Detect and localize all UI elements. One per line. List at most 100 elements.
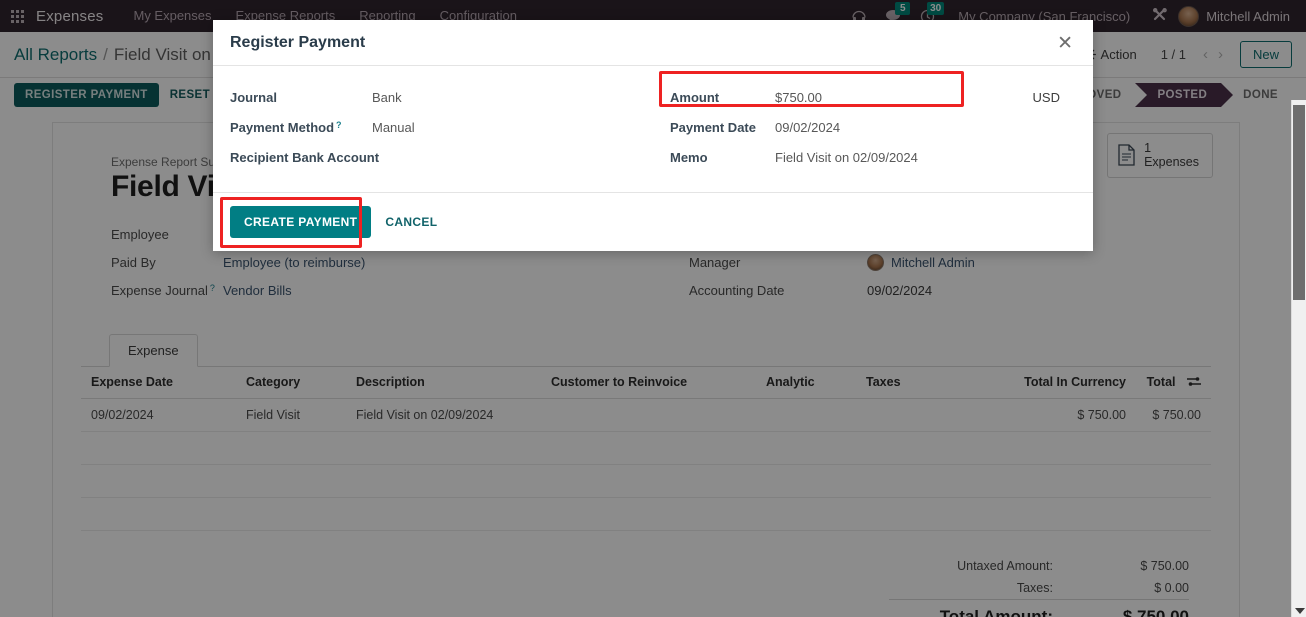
dialog-amount-currency[interactable]: USD [1033, 90, 1060, 105]
chevron-left-icon[interactable]: ‹ [1198, 46, 1213, 63]
user-avatar[interactable] [1178, 5, 1200, 27]
dialog-field-journal: Journal Bank [230, 82, 670, 112]
scrollbar-thumb[interactable] [1293, 105, 1305, 300]
cell-expense-date: 09/02/2024 [81, 398, 236, 432]
breadcrumb-current: Field Visit on [113, 44, 211, 64]
scroll-down-arrow-icon[interactable] [1295, 608, 1305, 614]
tab-expense[interactable]: Expense [109, 334, 198, 367]
help-icon[interactable]: ? [336, 120, 342, 130]
total-taxes-label: Taxes: [1016, 580, 1053, 595]
dialog-payment-method-label-text: Payment Method [230, 119, 335, 135]
dialog-body: Journal Bank Payment Method ? Manual Rec… [213, 66, 1093, 192]
wrench-icon[interactable] [1144, 0, 1178, 32]
messages-count-badge: 5 [895, 2, 911, 15]
breadcrumb-root[interactable]: All Reports [14, 45, 97, 65]
total-taxes-row: Taxes: $ 0.00 [889, 577, 1189, 600]
breadcrumb: All Reports / Field Visit on [14, 45, 211, 65]
field-employee-label: Employee [111, 226, 169, 242]
table-header-row: Expense Date Category Description Custom… [81, 367, 1211, 399]
cell-customer-to-reinvoice [541, 398, 756, 432]
help-icon[interactable]: ? [210, 283, 215, 293]
col-total-in-currency[interactable]: Total In Currency [971, 367, 1136, 399]
col-analytic[interactable]: Analytic [756, 367, 856, 399]
field-manager-label: Manager [689, 254, 741, 270]
register-payment-button[interactable]: REGISTER PAYMENT [14, 83, 159, 107]
dialog-payment-date-label: Payment Date [670, 119, 756, 135]
activities-count-badge: 30 [927, 2, 945, 15]
record-pager[interactable]: 1 / 1 [1149, 47, 1198, 62]
field-manager: Manager Mitchell Admin [689, 248, 1211, 276]
breadcrumb-separator: / [103, 44, 108, 64]
control-panel-right: Action 1 / 1 ‹ › New [1071, 41, 1292, 68]
table-row-empty[interactable] [81, 431, 1211, 465]
dialog-field-payment-date: Payment Date 09/02/2024 [670, 112, 1075, 142]
expenses-stat-button[interactable]: 1 Expenses [1107, 133, 1213, 178]
field-paid-by-label: Paid By [111, 254, 156, 270]
notebook: Expense Expense Date Category Descriptio… [81, 334, 1211, 617]
total-amount-row: Total Amount: $ 750.00 [889, 598, 1189, 617]
dialog-memo-value[interactable]: Field Visit on 02/09/2024 [775, 150, 918, 165]
field-expense-journal-value[interactable]: Vendor Bills [223, 283, 292, 298]
field-manager-value[interactable]: Mitchell Admin [867, 253, 975, 271]
field-accounting-date: Accounting Date 09/02/2024 [689, 276, 1211, 304]
field-expense-journal: Expense Journal ? Vendor Bills [111, 276, 689, 304]
field-paid-by-value[interactable]: Employee (to reimburse) [223, 255, 365, 270]
total-untaxed-label: Untaxed Amount: [957, 558, 1053, 573]
create-payment-button[interactable]: CREATE PAYMENT [230, 206, 372, 238]
expense-lines-table: Expense Date Category Description Custom… [81, 367, 1211, 531]
status-stage-posted[interactable]: POSTED [1135, 83, 1233, 107]
total-untaxed-row: Untaxed Amount: $ 750.00 [889, 555, 1189, 577]
total-taxes-value: $ 0.00 [1154, 580, 1189, 595]
col-category[interactable]: Category [236, 367, 346, 399]
dialog-journal-value[interactable]: Bank [372, 90, 402, 105]
user-menu-name[interactable]: Mitchell Admin [1206, 9, 1296, 24]
close-icon[interactable]: ✕ [1055, 34, 1075, 53]
vertical-scrollbar[interactable] [1291, 100, 1306, 617]
table-row[interactable]: 09/02/2024 Field Visit Field Visit on 02… [81, 398, 1211, 432]
document-icon [1118, 144, 1135, 167]
dialog-amount-value[interactable]: $750.00 [775, 90, 822, 105]
col-description[interactable]: Description [346, 367, 541, 399]
expenses-stat-value: 1 [1144, 141, 1152, 155]
col-taxes[interactable]: Taxes [856, 367, 971, 399]
nav-item-my-expenses[interactable]: My Expenses [121, 0, 223, 32]
table-body: 09/02/2024 Field Visit Field Visit on 02… [81, 398, 1211, 531]
stat-buttons: 1 Expenses [1107, 133, 1213, 178]
col-customer-to-reinvoice[interactable]: Customer to Reinvoice [541, 367, 756, 399]
dialog-payment-method-value[interactable]: Manual [372, 120, 415, 135]
cell-total-in-currency: $ 750.00 [971, 398, 1136, 432]
dialog-journal-label: Journal [230, 89, 277, 105]
cancel-button[interactable]: CANCEL [371, 206, 451, 238]
col-expense-date[interactable]: Expense Date [81, 367, 236, 399]
field-paid-by: Paid By Employee (to reimburse) [111, 248, 689, 276]
field-expense-journal-label-text: Expense Journal [111, 282, 208, 298]
dialog-footer: CREATE PAYMENT CANCEL [213, 192, 1093, 251]
cell-total: $ 750.00 [1136, 398, 1211, 432]
dialog-left-column: Journal Bank Payment Method ? Manual Rec… [230, 82, 670, 172]
dialog-amount-label: Amount [670, 89, 720, 105]
chevron-right-icon[interactable]: › [1213, 46, 1228, 63]
app-brand-name[interactable]: Expenses [36, 8, 103, 25]
new-button[interactable]: New [1239, 41, 1292, 68]
totals-block: Untaxed Amount: $ 750.00 Taxes: $ 0.00 T… [81, 555, 1211, 617]
dialog-field-memo: Memo Field Visit on 02/09/2024 [670, 142, 1075, 172]
field-manager-text: Mitchell Admin [891, 254, 975, 270]
table-row-empty[interactable] [81, 497, 1211, 531]
dialog-field-recipient-bank-account: Recipient Bank Account [230, 142, 670, 172]
cell-taxes [856, 398, 971, 432]
total-untaxed-value: $ 750.00 [1140, 558, 1189, 573]
col-total[interactable]: Total [1136, 367, 1211, 399]
dialog-amount-line: $750.00 USD [775, 90, 1060, 105]
dialog-columns: Journal Bank Payment Method ? Manual Rec… [230, 71, 1075, 172]
amount-field-highlight-wrapper: Amount $750.00 USD [659, 71, 1075, 112]
dialog-recipient-bank-label: Recipient Bank Account [230, 149, 380, 165]
table-row-empty[interactable] [81, 464, 1211, 498]
column-options-icon[interactable] [1187, 376, 1201, 390]
odoo-expense-report-page: Expenses My Expenses Expense Reports Rep… [0, 0, 1306, 617]
dialog-payment-date-value[interactable]: 09/02/2024 [775, 120, 840, 135]
dialog-payment-method-label: Payment Method ? [230, 120, 372, 135]
cell-description: Field Visit on 02/09/2024 [346, 398, 541, 432]
apps-grid-icon[interactable] [0, 0, 34, 32]
total-amount-label: Total Amount: [889, 598, 1079, 617]
field-accounting-date-value[interactable]: 09/02/2024 [867, 283, 932, 298]
